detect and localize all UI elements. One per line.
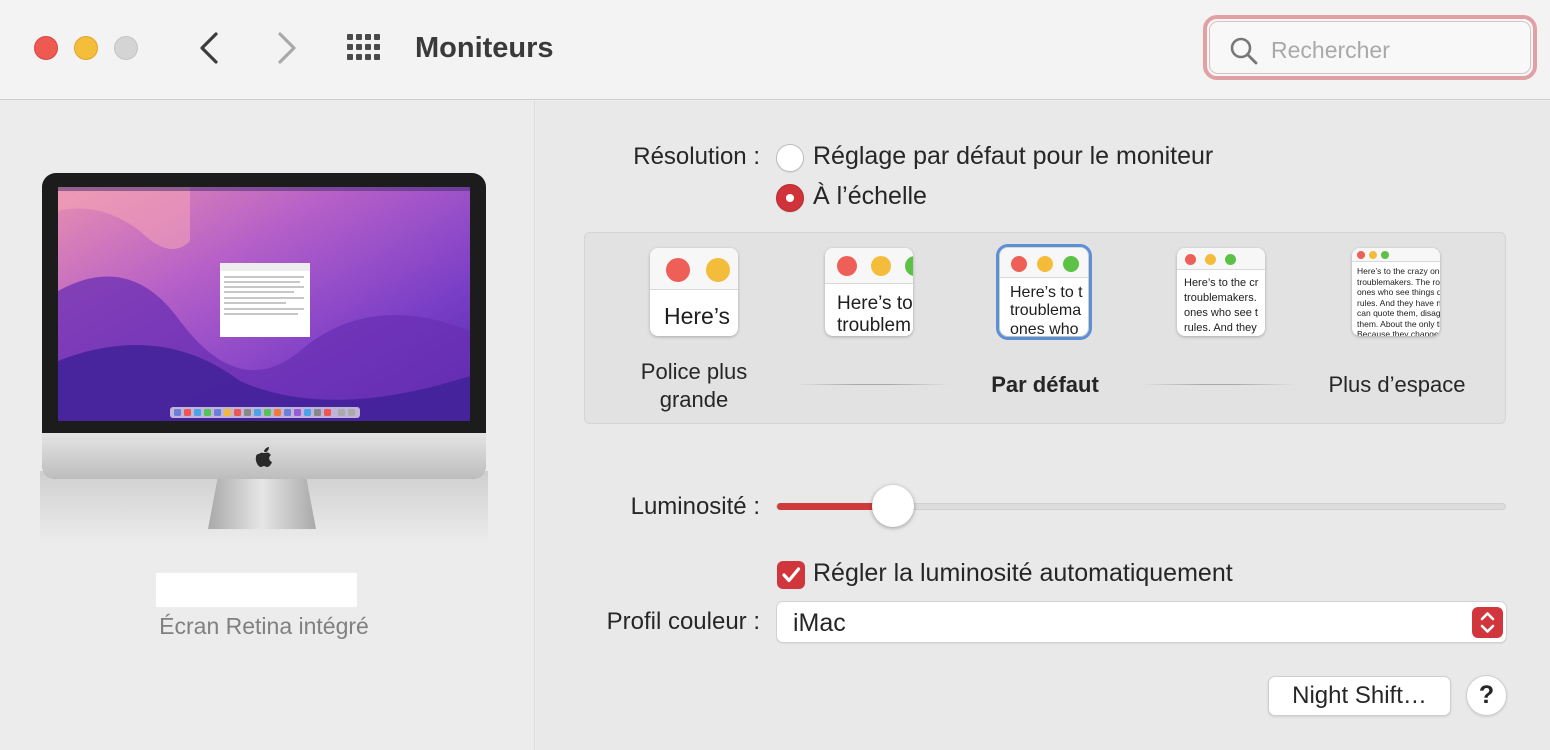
radio-default-resolution[interactable] [776,144,804,172]
scale-sample-text: Here’s to the crazy ones troublemakers. … [1357,266,1440,336]
imac-illustration [40,171,488,548]
scale-sample-text: Here’s to troublem [837,293,913,336]
forward-button[interactable] [266,28,306,68]
scale-sample-text: Here’s to the cr troublemakers. ones who… [1184,277,1259,334]
settings-panel: Résolution : Réglage par défaut pour le … [536,101,1550,750]
search-placeholder: Rechercher [1271,37,1390,63]
window-minimize-dot-icon [1369,251,1377,259]
show-all-button[interactable] [345,32,385,64]
color-profile-popup[interactable]: iMac [776,601,1507,643]
scale-divider-left [795,384,950,385]
window-minimize-dot-icon [1205,254,1216,265]
color-profile-value: iMac [793,609,846,637]
scale-divider-right [1141,384,1296,385]
scale-label-default: Par défaut [991,372,1099,397]
window-minimize-dot-icon [1037,256,1053,272]
scale-sample-text: Here’s to t troublema ones who [1010,284,1083,336]
scale-option-larger-text[interactable]: Here’s [650,248,738,336]
brightness-slider-knob[interactable] [871,485,914,527]
minimize-window-button[interactable] [74,36,98,60]
popup-arrows-icon [1472,607,1503,638]
display-name-redaction [156,573,357,607]
search-icon [1230,37,1258,65]
window-title: Moniteurs [415,32,554,64]
search-field[interactable]: Rechercher [1203,15,1537,80]
checkmark-icon [782,567,801,583]
chevron-left-icon [200,32,218,64]
display-preview-panel: Écran Retina intégré [0,101,535,750]
scale-option-more-space[interactable]: Here’s to the crazy ones troublemakers. … [1352,248,1440,336]
help-button[interactable]: ? [1466,675,1507,716]
auto-brightness-label: Régler la luminosité automatiquement [813,559,1233,587]
zoom-window-button[interactable] [114,36,138,60]
auto-brightness-checkbox[interactable] [777,561,805,589]
window-zoom-dot-icon [1063,256,1079,272]
color-profile-label: Profil couleur : [606,608,760,635]
display-name-label: Écran Retina intégré [159,613,369,639]
scale-label-more-space: Plus d’espace [1328,372,1466,397]
window-minimize-dot-icon [871,256,891,276]
window-close-dot-icon [1011,256,1027,272]
grid-icon [347,34,380,60]
scale-sample-text: Here’s [664,303,731,329]
window-close-dot-icon [837,256,857,276]
back-button[interactable] [190,28,230,68]
window-close-dot-icon [1357,251,1365,259]
resolution-label: Résolution : [633,143,760,170]
window-zoom-dot-icon [1381,251,1389,259]
scale-options-box: Here’s Here’s to troublem Here’s to t tr… [584,232,1506,424]
scale-label-larger-text: Police plus grande [640,359,748,412]
toolbar: Moniteurs Rechercher [0,0,1550,100]
night-shift-button[interactable]: Night Shift… [1268,676,1451,716]
window-zoom-dot-icon [1225,254,1236,265]
scale-option-4[interactable]: Here’s to the cr troublemakers. ones who… [1177,248,1265,336]
brightness-label: Luminosité : [630,493,760,520]
window-minimize-dot-icon [706,258,730,282]
radio-scaled-resolution-label: À l’échelle [813,182,927,210]
window-close-dot-icon [666,258,690,282]
scale-option-default[interactable]: Here’s to t troublema ones who [996,244,1092,340]
window-close-dot-icon [1185,254,1196,265]
radio-scaled-resolution[interactable] [776,184,804,212]
close-window-button[interactable] [34,36,58,60]
scale-option-2[interactable]: Here’s to troublem [825,248,913,336]
radio-default-resolution-label: Réglage par défaut pour le moniteur [813,142,1214,170]
chevron-right-icon [278,32,296,64]
